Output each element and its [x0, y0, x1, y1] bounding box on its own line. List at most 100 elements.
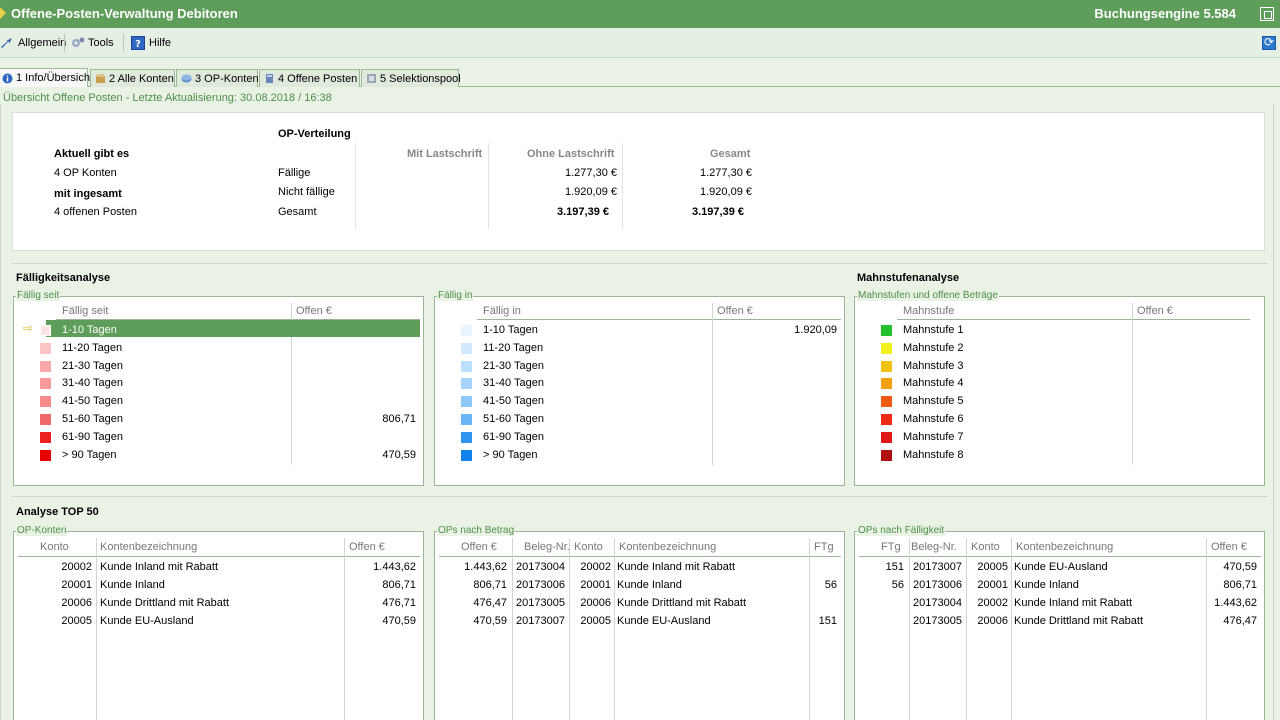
list-row[interactable]: 41-50 Tagen: [14, 393, 423, 410]
window-title: Offene-Posten-Verwaltung Debitoren: [11, 6, 238, 21]
tab-op-konten[interactable]: 3 OP-Konten: [176, 69, 259, 87]
row-value: 806,71: [382, 413, 416, 425]
tools-icon: [70, 36, 85, 50]
tab-offene-posten[interactable]: 4 Offene Posten: [259, 69, 360, 87]
list-row[interactable]: Mahnstufe 8: [855, 447, 1264, 464]
row-label-gesamt: Gesamt: [278, 206, 317, 218]
table-cell: 56: [824, 579, 837, 591]
list-row[interactable]: 21-30 Tagen: [435, 358, 844, 375]
list-row[interactable]: > 90 Tagen: [435, 447, 844, 464]
list-row[interactable]: 1-10 Tagen 1.920,09: [435, 322, 844, 339]
settings-arrow-icon: [0, 36, 14, 50]
open-items-count: 4 offenen Posten: [54, 206, 137, 218]
table-cell: Kunde Drittland mit Rabatt: [100, 597, 230, 609]
table-row[interactable]: 20173005 20006 Kunde Drittland mit Rabatt 4…: [855, 613, 1264, 630]
table-row[interactable]: 476,47 20173005 20006 Kunde Drittland mit R…: [435, 595, 844, 612]
table-cell: 20173007: [913, 561, 962, 573]
table-cell: 20005: [977, 561, 1008, 573]
ops-betrag-group: Offen € Beleg-Nr. Konto Kontenbezeichnun…: [434, 531, 845, 720]
table-row[interactable]: 470,59 20173007 20005 Kunde EU-Ausland 151: [435, 613, 844, 630]
table-row[interactable]: 20173004 20002 Kunde Inland mit Rabatt 1.44…: [855, 595, 1264, 612]
list-row[interactable]: 61-90 Tagen: [435, 429, 844, 446]
op-accounts-icon: [181, 73, 192, 84]
table-row[interactable]: 20001 Kunde Inland 806,71: [14, 577, 423, 594]
table-cell: 20173007: [516, 615, 565, 627]
refresh-icon[interactable]: [1262, 35, 1276, 50]
tab-label: 2 Alle Konten: [109, 72, 174, 85]
table-cell: 20001: [580, 579, 611, 591]
col-ohne-lastschrift: Ohne Lastschrift: [527, 148, 615, 160]
table-row[interactable]: 806,71 20173006 20001 Kunde Inland 56: [435, 577, 844, 594]
list-row[interactable]: Mahnstufe 4: [855, 375, 1264, 392]
table-cell: 1.443,62: [464, 561, 507, 573]
section-divider: [12, 263, 1267, 264]
summary-heading: Aktuell gibt es: [54, 148, 130, 160]
tab-selektionspool[interactable]: 5 Selektionspool: [361, 69, 461, 87]
col-mit-lastschrift: Mit Lastschrift: [407, 148, 483, 160]
color-swatch: [40, 325, 51, 336]
color-swatch: [461, 396, 472, 408]
col-header-offen: Offen €: [1137, 305, 1173, 317]
app-icon: [0, 7, 6, 19]
color-swatch: [40, 414, 51, 425]
row-label: Mahnstufe 8: [903, 448, 964, 461]
list-row[interactable]: 61-90 Tagen: [14, 429, 423, 446]
faellig-seit-legend: Fällig seit: [16, 290, 61, 301]
list-row[interactable]: Mahnstufe 1: [855, 322, 1264, 339]
table-row[interactable]: 20005 Kunde EU-Ausland 470,59: [14, 613, 423, 630]
list-row[interactable]: > 90 Tagen 470,59: [14, 447, 423, 464]
list-row[interactable]: Mahnstufe 5: [855, 393, 1264, 410]
table-row[interactable]: 151 20173007 20005 Kunde EU-Ausland 470,59: [855, 559, 1264, 576]
list-row[interactable]: Mahnstufe 3: [855, 358, 1264, 375]
tab-alle-konten[interactable]: 2 Alle Konten: [90, 69, 175, 87]
menu-allgemein[interactable]: Allgemein: [0, 35, 66, 51]
list-row[interactable]: 41-50 Tagen: [435, 393, 844, 410]
color-swatch: [461, 378, 472, 390]
list-row[interactable]: Mahnstufe 2: [855, 340, 1264, 357]
table-cell: Kunde EU-Ausland: [1014, 561, 1108, 573]
list-row[interactable]: 31-40 Tagen: [435, 375, 844, 392]
col-header-offen: Offen €: [349, 541, 385, 553]
color-swatch: [881, 325, 892, 336]
col-header-konto: Konto: [971, 541, 1000, 553]
color-swatch: [881, 378, 892, 390]
list-row[interactable]: Mahnstufe 7: [855, 429, 1264, 446]
list-row[interactable]: 31-40 Tagen: [14, 375, 423, 392]
col-header-offen: Offen €: [461, 541, 497, 553]
color-swatch: [461, 360, 472, 372]
row-label: 21-30 Tagen: [483, 359, 544, 372]
table-row[interactable]: 20002 Kunde Inland mit Rabatt 1.443,62: [14, 559, 423, 576]
row-label: 51-60 Tagen: [483, 413, 544, 425]
list-row[interactable]: 51-60 Tagen 806,71: [14, 411, 423, 428]
value-ohne-faellig: 1.277,30 €: [565, 167, 617, 179]
table-row[interactable]: 56 20173006 20001 Kunde Inland 806,71: [855, 577, 1264, 594]
tab-info-uebersicht[interactable]: 1 Info/Übersicht: [0, 68, 93, 87]
color-swatch: [461, 431, 472, 443]
table-row[interactable]: 20006 Kunde Drittland mit Rabatt 476,71: [14, 595, 423, 612]
table-cell: 151: [885, 561, 904, 573]
col-header-beleg-nr: Beleg-Nr.: [911, 541, 957, 553]
menu-allgemein-label: Allgemein: [18, 37, 67, 49]
list-row[interactable]: 1-10 Tagen: [14, 322, 423, 339]
header-line: [897, 319, 1250, 320]
table-cell: 470,59: [473, 615, 507, 627]
table-row[interactable]: 1.443,62 20173004 20002 Kunde Inland mit Ra…: [435, 559, 844, 576]
header-line: [439, 556, 841, 557]
faellig-seit-group: Fällig seit Offen € ⇨ 1-10 Tagen 11-20 Ta…: [13, 296, 424, 486]
table-cell: Kunde Inland mit Rabatt: [100, 561, 219, 573]
distribution-title: OP-Verteilung: [278, 128, 351, 140]
list-row[interactable]: 11-20 Tagen: [435, 340, 844, 357]
restore-window-icon[interactable]: [1260, 7, 1274, 21]
color-swatch: [40, 396, 51, 408]
color-swatch: [881, 414, 892, 425]
table-cell: 20173006: [516, 579, 565, 591]
list-row[interactable]: 51-60 Tagen: [435, 411, 844, 428]
op-konten-group: Konto Kontenbezeichnung Offen € 20002 Kun…: [13, 531, 424, 720]
menu-tools[interactable]: Tools: [70, 35, 114, 51]
list-row[interactable]: Mahnstufe 6: [855, 411, 1264, 428]
list-row[interactable]: 11-20 Tagen: [14, 340, 423, 357]
col-header-ftg: FTg: [881, 541, 901, 553]
list-row[interactable]: 21-30 Tagen: [14, 358, 423, 375]
menu-hilfe[interactable]: ? Hilfe: [131, 35, 171, 51]
color-swatch: [461, 449, 472, 461]
